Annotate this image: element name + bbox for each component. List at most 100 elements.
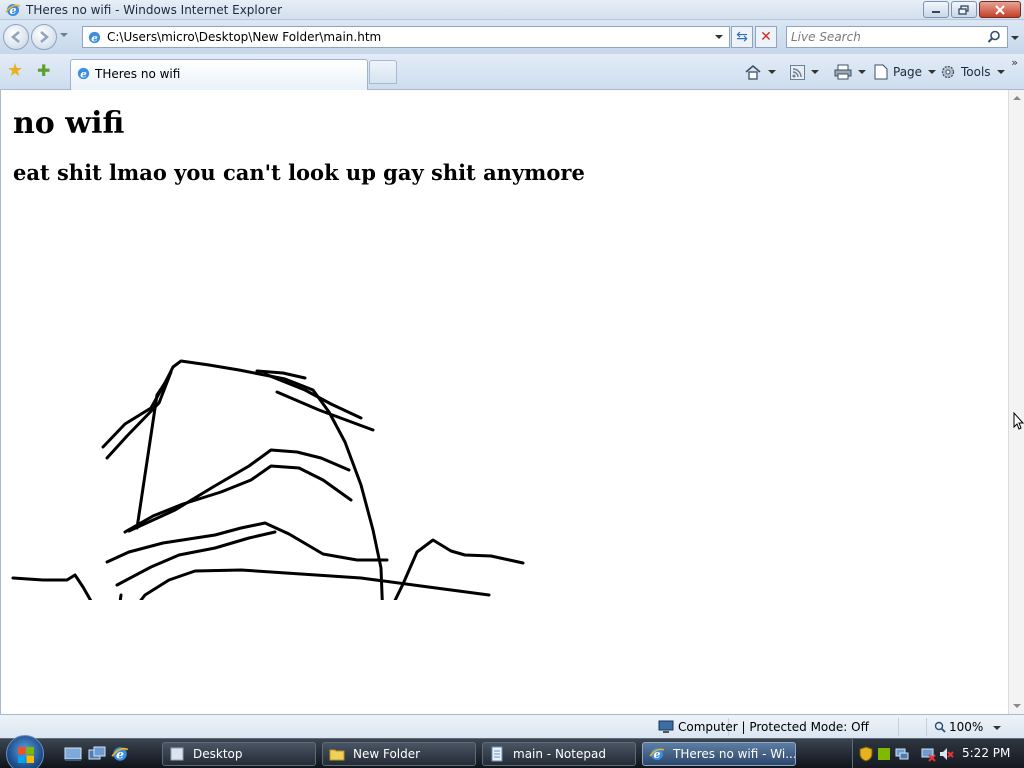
home-dropdown-icon[interactable] [768, 70, 776, 74]
search-box[interactable] [786, 26, 1008, 48]
tools-menu-label: Tools [961, 65, 991, 79]
status-divider [926, 718, 927, 736]
minimize-icon [932, 10, 940, 13]
zoom-icon [934, 721, 946, 733]
drawing-stroke [127, 448, 351, 533]
home-button[interactable] [744, 61, 776, 83]
clock[interactable]: 5:22 PM [962, 746, 1010, 760]
address-bar[interactable]: e C:\Users\micro\Desktop\New Folder\main… [82, 26, 730, 48]
page-icon: e [77, 67, 90, 80]
page-heading: no wifi [13, 106, 125, 141]
minimize-button[interactable] [923, 1, 949, 18]
switch-windows-icon[interactable] [88, 745, 106, 763]
new-tab-button[interactable] [369, 60, 397, 84]
taskbar-item-new-folder[interactable]: New Folder [322, 742, 476, 766]
page-menu-label: Page [893, 65, 923, 79]
home-icon [745, 64, 761, 80]
taskbar-item-label: main - Notepad [513, 747, 606, 761]
notepad-icon [491, 746, 503, 762]
internet-explorer-icon: e [5, 4, 21, 17]
folder-icon [329, 749, 345, 761]
taskbar-item-label: THeres no wifi - Wi... [673, 747, 796, 761]
network-icon[interactable] [894, 746, 910, 762]
stop-button[interactable]: ✕ [755, 26, 777, 48]
restore-button[interactable] [951, 1, 977, 18]
page-icon: e [88, 31, 101, 44]
windows-logo-icon [18, 747, 34, 763]
drawing-stroke [123, 464, 353, 534]
favorites-star-icon[interactable]: ★ [7, 62, 25, 80]
computer-icon [658, 720, 674, 733]
restore-icon [958, 4, 969, 15]
taskbar-item-label: Desktop [193, 747, 243, 761]
tab-active[interactable]: e THeres no wifi [70, 59, 368, 90]
page-subheading: eat shit lmao you can't look up gay shit… [13, 160, 585, 185]
back-button[interactable] [3, 24, 29, 50]
address-url[interactable]: C:\Users\micro\Desktop\New Folder\main.h… [107, 30, 381, 44]
add-favorite-icon[interactable]: ✚ [37, 62, 55, 80]
more-commands-chevron-icon[interactable]: » [1011, 56, 1018, 69]
refresh-icon: ⇆ [736, 29, 748, 45]
window-title: THeres no wifi - Windows Internet Explor… [26, 3, 283, 17]
page-menu-button[interactable]: Page [874, 61, 937, 83]
search-options-dropdown[interactable] [1011, 36, 1019, 40]
drawing-stroke [101, 370, 173, 460]
drawing-stroke [118, 593, 123, 600]
show-desktop-icon[interactable] [64, 745, 82, 763]
recent-pages-dropdown[interactable] [60, 33, 68, 37]
mouse-cursor-icon [1013, 412, 1024, 430]
drawing-stroke [135, 359, 384, 600]
close-window-button[interactable] [979, 1, 1021, 18]
back-arrow-icon [11, 31, 20, 43]
status-bar: Computer | Protected Mode: Off 100% [0, 714, 1024, 738]
gear-icon [941, 65, 955, 79]
page-menu-icon [874, 64, 888, 80]
status-divider [898, 718, 899, 736]
tools-menu-button[interactable]: Tools [940, 61, 1005, 83]
zoom-control[interactable]: 100% [934, 720, 983, 734]
start-button[interactable] [6, 735, 44, 768]
scroll-up-icon[interactable] [1013, 96, 1021, 100]
drawing-stroke [139, 568, 491, 600]
internet-explorer-icon[interactable]: e [111, 745, 129, 763]
taskbar-item-internet-explorer[interactable]: e THeres no wifi - Wi... [642, 742, 796, 766]
taskbar: e Desktop New Folder main - Notepad e TH… [0, 735, 1024, 768]
forward-button[interactable] [31, 24, 57, 50]
print-button[interactable] [834, 61, 866, 83]
network-disconnected-icon[interactable] [920, 746, 936, 762]
security-shield-icon[interactable] [858, 746, 874, 762]
scribble-drawing [11, 359, 525, 600]
taskbar-item-desktop[interactable]: Desktop [162, 742, 316, 766]
print-dropdown-icon[interactable] [858, 70, 866, 74]
scroll-down-icon[interactable] [1013, 704, 1021, 708]
zoom-dropdown-icon[interactable] [993, 726, 1001, 730]
folder-icon [170, 747, 184, 761]
internet-explorer-icon: e [649, 748, 665, 761]
page-dropdown-icon [928, 70, 937, 74]
forward-arrow-icon [40, 31, 49, 43]
drawing-stroke [115, 530, 277, 587]
volume-muted-icon[interactable] [938, 746, 954, 762]
close-icon [995, 4, 1005, 15]
navigation-bar: e C:\Users\micro\Desktop\New Folder\main… [0, 20, 1024, 54]
feeds-button[interactable] [790, 61, 819, 83]
search-input[interactable] [791, 29, 981, 45]
security-zone[interactable]: Computer | Protected Mode: Off [658, 720, 869, 734]
drawing-stroke [105, 521, 389, 564]
taskbar-item-notepad[interactable]: main - Notepad [482, 742, 636, 766]
svg-text:e: e [91, 32, 98, 44]
update-icon[interactable] [876, 746, 892, 762]
printer-icon [834, 64, 852, 80]
page-content: no wifi eat shit lmao you can't look up … [0, 90, 1008, 714]
title-bar[interactable]: e THeres no wifi - Windows Internet Expl… [0, 0, 1024, 20]
drawing-stroke [11, 573, 93, 600]
feeds-dropdown-icon[interactable] [811, 70, 819, 74]
search-icon[interactable] [987, 30, 1001, 44]
refresh-button[interactable]: ⇆ [731, 26, 753, 48]
address-dropdown-icon[interactable] [715, 35, 723, 39]
vertical-scrollbar[interactable] [1008, 90, 1024, 714]
security-zone-label: Computer | Protected Mode: Off [678, 720, 869, 734]
taskbar-item-label: New Folder [353, 747, 421, 761]
zoom-level: 100% [949, 720, 984, 734]
drawing-stroke [275, 390, 375, 432]
